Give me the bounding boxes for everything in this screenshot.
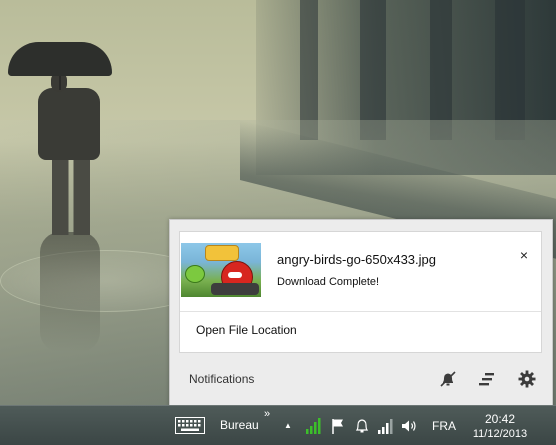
thumbnail-pig: [185, 265, 205, 283]
wallpaper-person-body: [38, 88, 100, 160]
clock-time[interactable]: 20:42: [470, 412, 530, 426]
bureau-toolbar[interactable]: Bureau: [220, 418, 259, 432]
notification-center: angry-birds-go-650x433.jpg Download Comp…: [169, 219, 553, 407]
toolbar-expand-button[interactable]: »: [264, 408, 270, 420]
thumbnail-kart: [211, 283, 259, 295]
wallpaper-person-reflection: [40, 232, 100, 352]
flag-icon[interactable]: [329, 417, 347, 435]
touch-keyboard-icon[interactable]: [175, 417, 205, 434]
image-thumbnail: [181, 243, 261, 297]
notification-bell-icon[interactable]: [353, 417, 371, 435]
open-file-location-button[interactable]: Open File Location: [196, 323, 297, 337]
thumbnail-logo: [205, 245, 239, 261]
close-icon: ×: [519, 247, 529, 263]
wallpaper-pillar: [495, 0, 525, 140]
card-divider: [180, 311, 541, 312]
taskbar: Bureau » ▲ FRA 20:42 11/12/2013: [0, 405, 556, 445]
volume-icon[interactable]: [400, 417, 418, 435]
wallpaper-pillar: [360, 0, 386, 140]
network-bars-icon[interactable]: [376, 417, 394, 435]
network-signal-icon[interactable]: [304, 417, 322, 435]
clock-date[interactable]: 11/12/2013: [468, 428, 532, 440]
wallpaper-pillar: [430, 0, 452, 140]
notification-title: angry-birds-go-650x433.jpg: [277, 252, 436, 267]
wallpaper-person-legs: [52, 155, 90, 235]
close-notification-button[interactable]: ×: [516, 247, 532, 263]
download-notification-card[interactable]: angry-birds-go-650x433.jpg Download Comp…: [179, 231, 542, 353]
notification-message: Download Complete!: [277, 276, 380, 288]
wallpaper-pillar: [300, 0, 318, 140]
show-hidden-icons-button[interactable]: ▲: [284, 421, 292, 430]
wallpaper-umbrella: [8, 42, 112, 76]
settings-gear-icon[interactable]: [517, 369, 537, 389]
notifications-label: Notifications: [189, 372, 255, 386]
clear-all-icon[interactable]: [477, 369, 497, 389]
do-not-disturb-icon[interactable]: [438, 369, 458, 389]
language-indicator[interactable]: FRA: [432, 419, 456, 433]
